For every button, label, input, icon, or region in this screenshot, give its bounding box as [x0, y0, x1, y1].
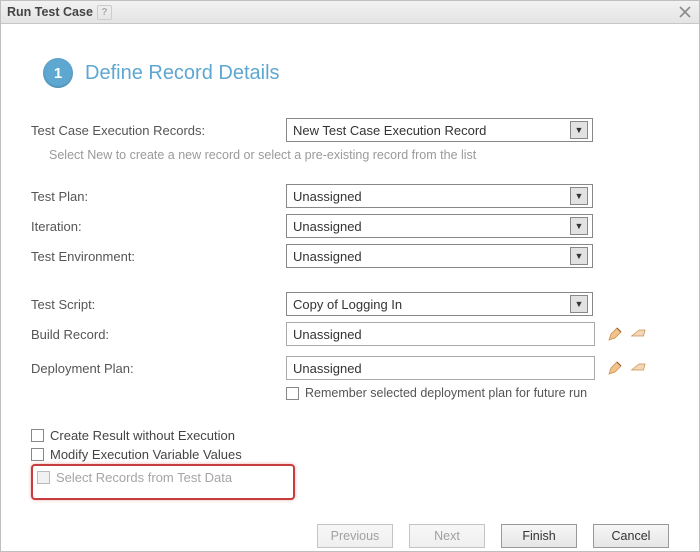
row-remember: Remember selected deployment plan for fu…: [286, 386, 669, 400]
label-test-env: Test Environment:: [31, 249, 286, 264]
cancel-button[interactable]: Cancel: [593, 524, 669, 548]
step-header: 1 Define Record Details: [43, 58, 669, 88]
select-test-plan-value: Unassigned: [293, 189, 362, 204]
chevron-down-icon: ▼: [570, 295, 588, 313]
row-modify-vars: Modify Execution Variable Values: [31, 447, 669, 462]
pencil-icon[interactable]: [607, 326, 623, 342]
close-icon[interactable]: [677, 4, 693, 20]
label-build-record: Build Record:: [31, 327, 286, 342]
step-number-badge: 1: [43, 58, 73, 88]
label-create-result: Create Result without Execution: [50, 428, 235, 443]
eraser-icon[interactable]: [631, 360, 649, 376]
input-deploy-plan-value: Unassigned: [293, 361, 362, 376]
chevron-down-icon: ▼: [570, 217, 588, 235]
label-test-script: Test Script:: [31, 297, 286, 312]
row-test-env: Test Environment: Unassigned ▼: [31, 244, 669, 268]
row-build-record: Build Record: Unassigned: [31, 322, 669, 346]
label-test-plan: Test Plan:: [31, 189, 286, 204]
checkbox-remember[interactable]: [286, 387, 299, 400]
finish-button[interactable]: Finish: [501, 524, 577, 548]
checkbox-select-records: [37, 471, 50, 484]
label-deploy-plan: Deployment Plan:: [31, 361, 286, 376]
select-exec-records-value: New Test Case Execution Record: [293, 123, 486, 138]
label-exec-records: Test Case Execution Records:: [31, 123, 286, 138]
select-test-env-value: Unassigned: [293, 249, 362, 264]
input-build-record[interactable]: Unassigned: [286, 322, 595, 346]
help-icon[interactable]: ?: [97, 5, 112, 20]
pencil-icon[interactable]: [607, 360, 623, 376]
input-build-record-value: Unassigned: [293, 327, 362, 342]
label-iteration: Iteration:: [31, 219, 286, 234]
row-iteration: Iteration: Unassigned ▼: [31, 214, 669, 238]
label-select-records: Select Records from Test Data: [56, 470, 232, 485]
checkbox-modify-vars[interactable]: [31, 448, 44, 461]
helper-text: Select New to create a new record or sel…: [49, 148, 669, 162]
select-iteration[interactable]: Unassigned ▼: [286, 214, 593, 238]
select-exec-records[interactable]: New Test Case Execution Record ▼: [286, 118, 593, 142]
label-modify-vars: Modify Execution Variable Values: [50, 447, 242, 462]
chevron-down-icon: ▼: [570, 121, 588, 139]
select-test-env[interactable]: Unassigned ▼: [286, 244, 593, 268]
row-test-plan: Test Plan: Unassigned ▼: [31, 184, 669, 208]
row-test-script: Test Script: Copy of Logging In ▼: [31, 292, 669, 316]
label-remember: Remember selected deployment plan for fu…: [305, 386, 587, 400]
dialog-run-test-case: Run Test Case ? 1 Define Record Details …: [0, 0, 700, 552]
row-select-records: Select Records from Test Data: [37, 470, 287, 485]
row-deploy-plan: Deployment Plan: Unassigned: [31, 356, 669, 380]
row-exec-records: Test Case Execution Records: New Test Ca…: [31, 118, 669, 142]
input-deploy-plan[interactable]: Unassigned: [286, 356, 595, 380]
select-test-script-value: Copy of Logging In: [293, 297, 402, 312]
highlight-frame: Select Records from Test Data: [31, 464, 295, 500]
button-bar: Previous Next Finish Cancel: [1, 510, 699, 548]
select-test-plan[interactable]: Unassigned ▼: [286, 184, 593, 208]
previous-button: Previous: [317, 524, 393, 548]
eraser-icon[interactable]: [631, 326, 649, 342]
dialog-content: 1 Define Record Details Test Case Execut…: [1, 24, 699, 510]
chevron-down-icon: ▼: [570, 187, 588, 205]
select-test-script[interactable]: Copy of Logging In ▼: [286, 292, 593, 316]
select-iteration-value: Unassigned: [293, 219, 362, 234]
next-button: Next: [409, 524, 485, 548]
step-title: Define Record Details: [85, 62, 280, 85]
checkbox-create-result[interactable]: [31, 429, 44, 442]
titlebar: Run Test Case ?: [1, 1, 699, 24]
bottom-checkboxes: Create Result without Execution Modify E…: [31, 428, 669, 500]
chevron-down-icon: ▼: [570, 247, 588, 265]
row-create-result: Create Result without Execution: [31, 428, 669, 443]
window-title: Run Test Case: [7, 5, 93, 19]
